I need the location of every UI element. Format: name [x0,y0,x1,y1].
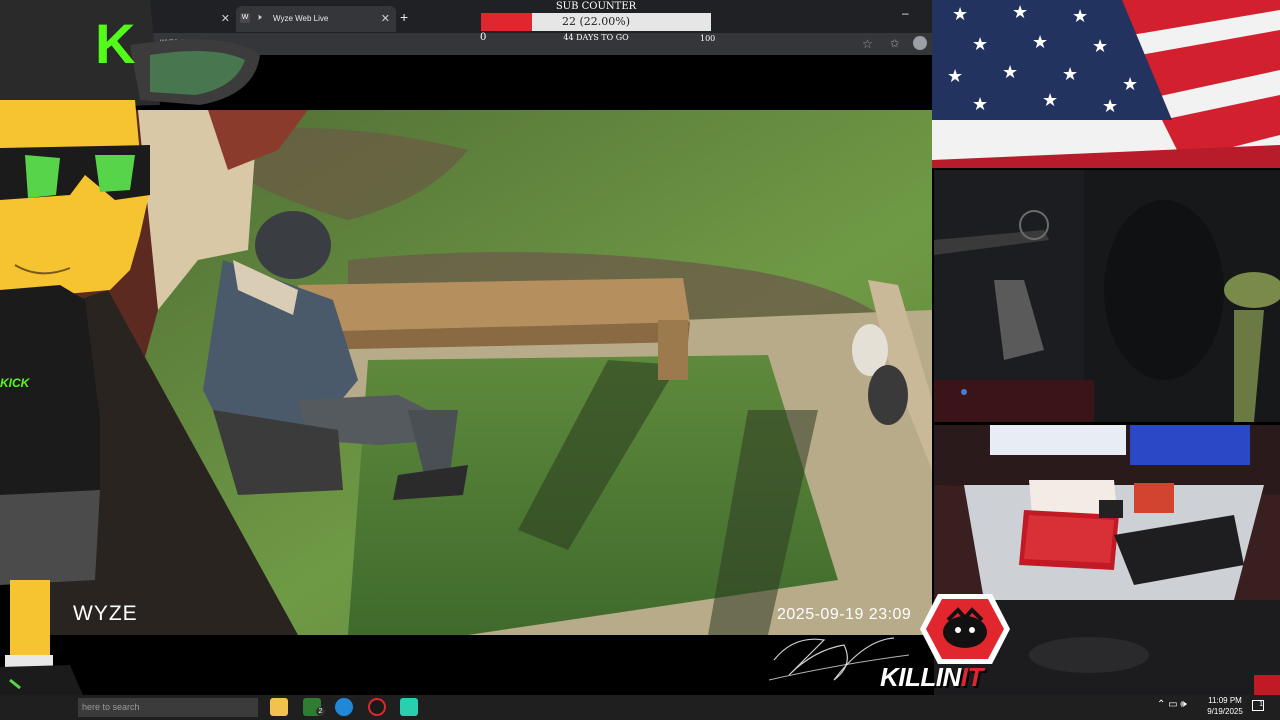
svg-text:★: ★ [1102,96,1118,117]
us-flag-overlay: ★ ★ ★ ★ ★ ★ ★ ★ ★ ★ ★ ★ ★ [932,0,1280,168]
svg-text:★: ★ [1042,90,1058,111]
streamer-avatar [0,0,260,705]
logo-word-it: IT [960,662,984,692]
browser-tab-wyze[interactable]: W 🕨 Wyze Web Live ✕ [236,6,396,32]
file-explorer-icon[interactable] [270,698,288,716]
xbox-badge-count: 2 [316,707,325,716]
svg-text:★: ★ [972,94,988,115]
new-tab-button[interactable]: + [400,9,408,25]
room-camera-feed [934,170,1280,422]
svg-text:★: ★ [952,4,968,25]
sub-counter-max: 100 [700,34,716,43]
shirt-logo-text: KICK [0,376,30,390]
flag-graphic: ★ ★ ★ ★ ★ ★ ★ ★ ★ ★ ★ ★ ★ [932,0,1280,168]
svg-text:★: ★ [1062,64,1078,85]
svg-text:★: ★ [1072,6,1088,27]
obs-icon[interactable] [368,698,386,716]
clock-time: 11:09 PM [1208,696,1242,705]
tab-title: Wyze Web Live [273,14,329,23]
svg-text:★: ★ [1012,2,1028,23]
bookmark-star-icon[interactable]: ☆ [862,37,873,51]
system-tray-icons[interactable]: ⌃ ▭ 🕪 [1157,699,1187,710]
edge-icon[interactable] [335,698,353,716]
close-tab-icon[interactable]: ✕ [381,12,390,25]
svg-text:★: ★ [1002,62,1018,83]
app-icon[interactable] [400,698,418,716]
notification-center-icon[interactable]: 1 [1252,700,1264,711]
svg-text:★: ★ [1122,74,1138,95]
taskbar-clock[interactable]: 11:09 PM 9/19/2025 [1203,695,1247,717]
sub-counter-title: SUB COUNTER [555,1,637,12]
killinit-logo-text: KILLINIT [880,662,983,693]
clock-date: 9/19/2025 [1207,707,1243,716]
svg-text:★: ★ [1092,36,1108,57]
sub-counter-days: 44 DAYS TO GO [563,33,629,42]
taskbar-search-input[interactable]: here to search [78,698,258,717]
svg-text:★: ★ [1032,32,1048,53]
minimize-button[interactable]: – [902,6,909,20]
stream-canvas: ✕ W 🕨 Wyze Web Live ✕ + – wyze.com ☆ ✩ S… [0,0,1280,720]
svg-text:★: ★ [972,34,988,55]
favorites-icon[interactable]: ✩ [890,37,899,50]
sub-counter-value: 22 (22.00%) [561,15,631,28]
room-scene [934,170,1280,422]
cap-logo-letter: K [95,12,136,75]
killinit-logo-badge [920,594,1010,664]
svg-text:★: ★ [947,66,963,87]
logo-word-killin: KILLIN [880,662,961,692]
profile-avatar-icon[interactable] [913,36,927,50]
